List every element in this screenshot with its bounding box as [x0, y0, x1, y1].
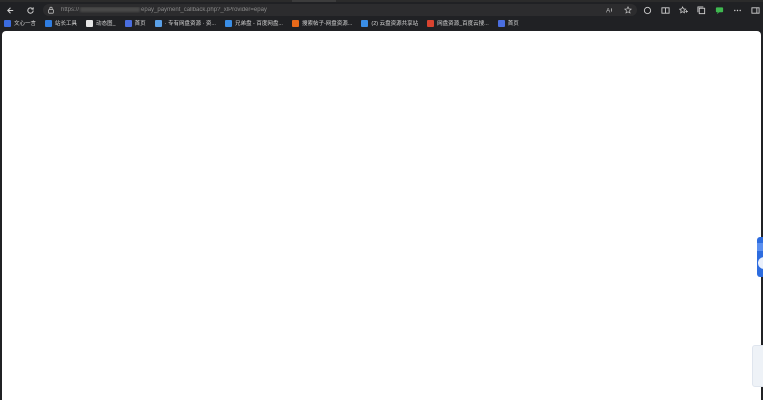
- lock-icon[interactable]: [47, 6, 55, 14]
- url-text: https://epay_payment_callback.php?_xlPro…: [61, 6, 267, 14]
- split-screen-icon: [660, 6, 670, 14]
- search-engine-icon: [427, 19, 435, 27]
- bookmark-label: 首页: [134, 21, 146, 27]
- star-icon: [624, 6, 632, 14]
- address-bar[interactable]: https://epay_payment_callback.php?_xlPro…: [43, 4, 637, 16]
- sidebar-toggle-button[interactable]: [750, 5, 760, 15]
- search-posts-icon: [291, 19, 299, 27]
- favorites-button[interactable]: [678, 5, 688, 15]
- favorite-button[interactable]: [623, 5, 633, 15]
- bookmark-label: · 专有网盘资源 · 资...: [164, 21, 216, 27]
- collections-button[interactable]: [696, 5, 706, 15]
- sidebar-icon: [750, 6, 760, 14]
- page-content[interactable]: [2, 31, 761, 400]
- floating-side-panel[interactable]: [752, 345, 763, 387]
- arrow-left-icon: [6, 6, 13, 14]
- extensions-button[interactable]: [642, 5, 652, 15]
- bookmark-item[interactable]: 站长工具: [45, 19, 77, 27]
- bookmark-item[interactable]: · 专有网盘资源 · 资...: [154, 19, 216, 27]
- gif-icon: [86, 19, 94, 27]
- cloud-drive-icon: [154, 19, 162, 27]
- bookmark-label: 搜索帖子-网盘资源...: [301, 21, 353, 27]
- widget-handle[interactable]: [758, 257, 763, 269]
- collections-icon: [696, 5, 705, 14]
- bookmark-item[interactable]: 首页: [497, 19, 519, 27]
- bookmark-label: (2) 云盘资源共享站: [371, 21, 419, 27]
- bookmark-label: 文心一言: [14, 21, 37, 27]
- bookmark-item[interactable]: 首页: [124, 19, 146, 27]
- redacted-domain: [80, 6, 141, 12]
- bookmark-item[interactable]: 网盘资源_百度云搜...: [427, 19, 489, 27]
- bookmark-item[interactable]: 兄弟盘 - 百度网盘...: [224, 19, 283, 27]
- copilot-button[interactable]: [714, 5, 724, 15]
- split-screen-button[interactable]: [660, 5, 670, 15]
- refresh-icon: [26, 6, 34, 14]
- refresh-button[interactable]: [22, 3, 38, 17]
- ernie-bot-icon: [4, 19, 11, 27]
- bookmark-item[interactable]: 搜索帖子-网盘资源...: [291, 19, 353, 27]
- bookmark-label: 动态图_: [96, 21, 116, 27]
- bookmark-item[interactable]: (2) 云盘资源共享站: [361, 19, 418, 27]
- more-horizontal-icon: [733, 9, 741, 11]
- home-page-icon: [497, 19, 505, 27]
- browser-toolbar: https://epay_payment_callback.php?_xlPro…: [0, 2, 763, 18]
- home-page-icon: [124, 19, 132, 27]
- favorites-icon: [678, 5, 688, 13]
- widget-strip: [757, 243, 763, 251]
- read-aloud-icon: A: [606, 7, 612, 14]
- bookmark-item[interactable]: 文心一言: [4, 19, 36, 27]
- bookmark-label: 站长工具: [55, 21, 78, 27]
- bookmark-item[interactable]: 动态图_: [86, 19, 116, 27]
- bookmarks-bar: 文心一言 站长工具 动态图_ 首页 · 专有网盘资源 · 资... 兄弟盘 - 百度网盘.…: [0, 17, 763, 29]
- read-aloud-button[interactable]: A: [605, 5, 615, 15]
- baidu-drive-icon: [224, 19, 232, 27]
- cloud-share-icon: [361, 19, 369, 27]
- back-button[interactable]: [2, 3, 18, 17]
- bookmark-label: 兄弟盘 - 百度网盘...: [234, 21, 283, 27]
- more-button[interactable]: [732, 5, 742, 15]
- webmaster-tools-icon: [45, 19, 53, 27]
- chat-icon: [715, 6, 723, 14]
- floating-side-widget[interactable]: [757, 237, 763, 277]
- svg-text:A: A: [606, 7, 611, 14]
- bookmark-label: 网盘资源_百度云搜...: [437, 21, 489, 27]
- bookmark-label: 首页: [507, 21, 519, 27]
- puzzle-icon: [643, 6, 651, 14]
